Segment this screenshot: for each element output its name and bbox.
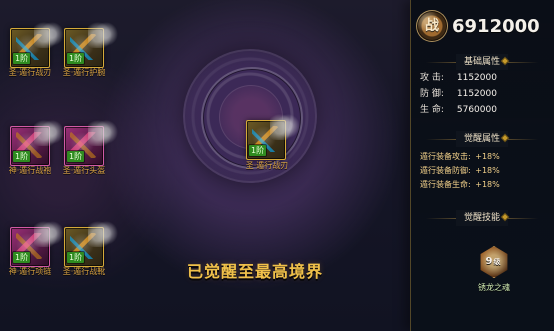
combat-power-emblem-text: 战 <box>425 18 439 34</box>
stat-row: 攻 击: 1152000 <box>420 70 544 86</box>
dragon-ornament-icon <box>34 221 64 247</box>
dragon-ornament-icon <box>34 22 64 48</box>
awaken-stat-row: 遁行装备防御: +18% <box>420 164 550 178</box>
combat-power-value: 6912000 <box>452 16 540 37</box>
awaken-skill-title: 觉醒技能 <box>410 210 554 226</box>
stat-row: 生 命: 5760000 <box>420 102 544 118</box>
skill-level: 9级 <box>485 256 501 270</box>
combat-power: 战 6912000 <box>416 10 548 42</box>
rank-badge: 1阶 <box>13 53 31 64</box>
rank-badge: 1阶 <box>67 53 85 64</box>
combat-power-emblem-icon: 战 <box>416 10 448 42</box>
awaken-stat-row: 遁行装备攻击: +18% <box>420 150 550 164</box>
equipment-slot-boots[interactable]: 1阶 圣·遁行战靴 <box>63 221 118 285</box>
awaken-skill[interactable]: 9级 锈龙之魂 <box>472 246 516 302</box>
equipment-name: 神·遁行战袍 <box>8 166 52 175</box>
awaken-status-message: 已觉醒至最高境界 <box>187 262 324 281</box>
section-title-text: 基础属性 <box>455 54 508 70</box>
dragon-ornament-icon <box>88 221 118 247</box>
stat-key: 防 御: <box>420 89 444 99</box>
stat-row: 防 御: 1152000 <box>420 86 544 102</box>
stat-value: 1152000 <box>456 89 497 99</box>
rank-badge: 1阶 <box>13 151 31 162</box>
equipment-name: 圣·遁行头盔 <box>62 166 106 175</box>
equipment-name: 圣·遁行护腕 <box>62 68 106 77</box>
skill-level-number: 9 <box>485 256 493 267</box>
basic-attributes-title: 基础属性 <box>410 54 554 70</box>
awaken-stat-value: +18% <box>475 166 500 175</box>
awaken-stat-row: 遁行装备生命: +18% <box>420 178 550 192</box>
equipment-slot-bracer[interactable]: 1阶 圣·遁行护腕 <box>63 22 118 86</box>
awaken-stat-value: +18% <box>475 152 500 161</box>
section-title-text: 觉醒属性 <box>455 131 508 147</box>
skill-name: 锈龙之魂 <box>478 283 510 292</box>
dragon-ornament-icon <box>34 120 64 146</box>
rank-badge: 1阶 <box>249 145 267 156</box>
stat-key: 生 命: <box>420 105 444 115</box>
dragon-ornament-icon <box>88 22 118 48</box>
dragon-ornament-icon <box>88 120 118 146</box>
awaken-attributes-title: 觉醒属性 <box>410 131 554 147</box>
rank-badge: 1阶 <box>13 252 31 263</box>
stat-key: 攻 击: <box>420 73 444 83</box>
stat-value: 1152000 <box>456 73 497 83</box>
basic-attributes: 攻 击: 1152000 防 御: 1152000 生 命: 5760000 <box>420 70 544 118</box>
equipment-name: 神·遁行项链 <box>8 267 52 276</box>
skill-level-unit: 级 <box>493 258 501 266</box>
awaken-stat-key: 遁行装备防御: <box>420 166 471 175</box>
center-equipment-name: 圣·遁行战刃 <box>245 161 289 170</box>
rank-badge: 1阶 <box>67 252 85 263</box>
awaken-stat-value: +18% <box>475 180 500 189</box>
awaken-stat-key: 遁行装备生命: <box>420 180 471 189</box>
equipment-slot-helmet[interactable]: 1阶 圣·遁行头盔 <box>63 120 118 184</box>
awaken-stat-key: 遁行装备攻击: <box>420 152 471 161</box>
dragon-ornament-icon <box>270 114 300 140</box>
awaken-attributes: 遁行装备攻击: +18% 遁行装备防御: +18% 遁行装备生命: +18% <box>420 150 550 192</box>
equipment-name: 圣·遁行战靴 <box>62 267 106 276</box>
rank-badge: 1阶 <box>67 151 85 162</box>
equipment-name: 圣·遁行战刃 <box>8 68 52 77</box>
center-equipment-slot[interactable]: 1阶 圣·遁行战刃 <box>246 114 300 178</box>
section-title-text: 觉醒技能 <box>455 210 508 226</box>
stat-value: 5760000 <box>456 105 497 115</box>
